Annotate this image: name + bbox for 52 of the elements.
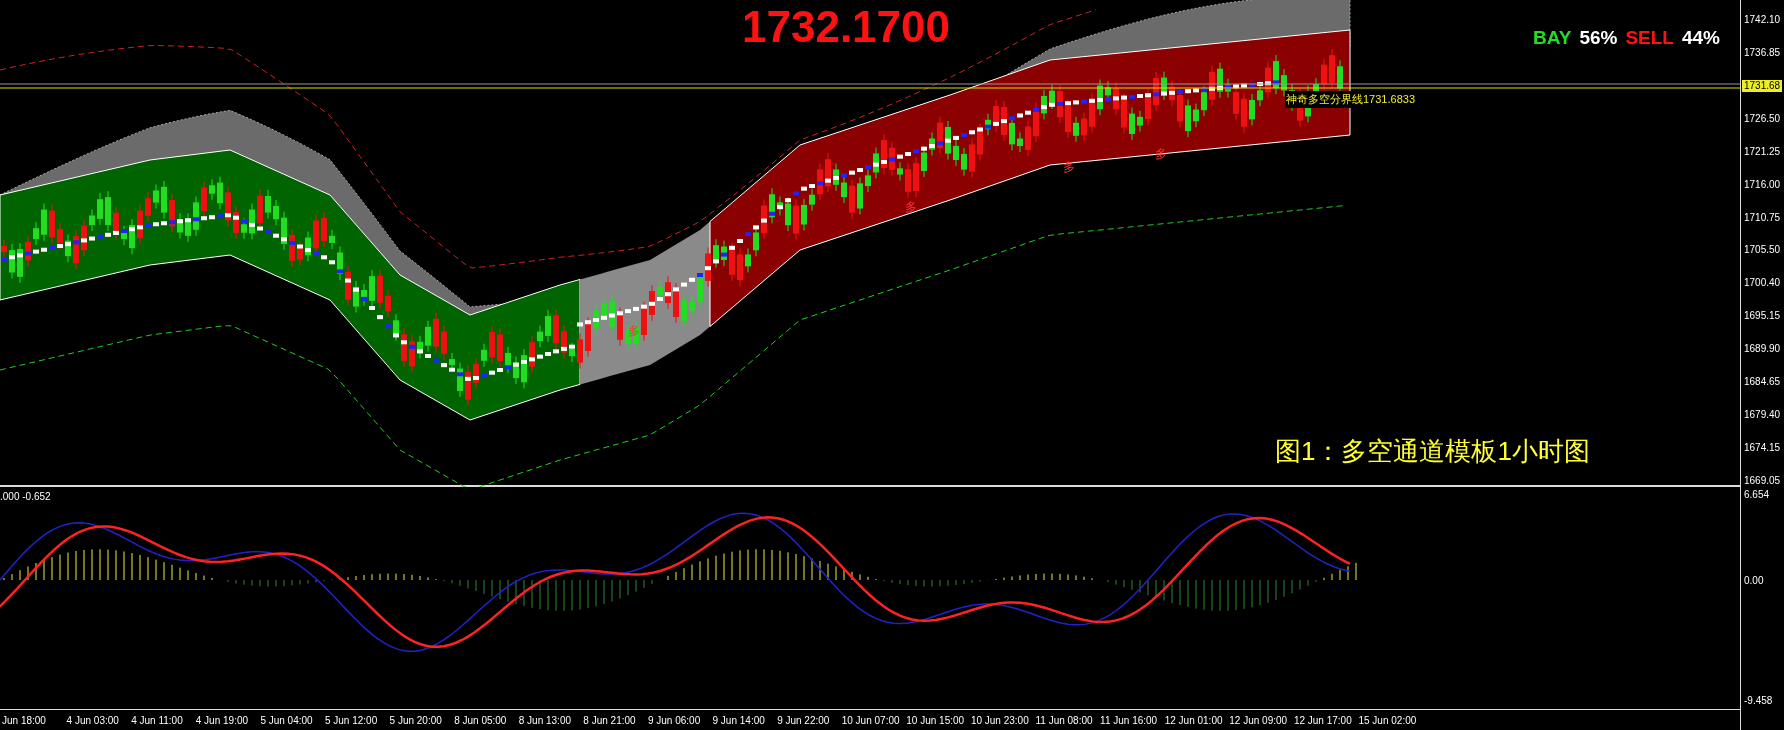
indicator-axis-label: 6.654 xyxy=(1744,489,1771,501)
divider-line-label: 神奇多空分界线1731.6833 xyxy=(1285,91,1416,108)
price-axis-label: 1669.05 xyxy=(1744,474,1782,487)
time-axis-label: 10 Jun 07:00 xyxy=(841,713,901,728)
time-axis-label: 8 Jun 13:00 xyxy=(518,713,572,728)
price-axis-label: 1700.40 xyxy=(1744,277,1782,290)
sentiment-value: 56% xyxy=(1579,26,1618,50)
time-axis-label: 10 Jun 23:00 xyxy=(970,713,1030,728)
time-axis-label: 11 Jun 08:00 xyxy=(1035,713,1094,728)
price-axis-label: 1736.85 xyxy=(1744,46,1782,59)
sentiment-label: SELL xyxy=(1625,26,1674,50)
indicator-values: .000 -0.652 xyxy=(0,490,51,504)
signal-label: 多 xyxy=(1063,159,1075,176)
time-axis-label: 9 Jun 14:00 xyxy=(712,713,766,728)
current-price: 1732.1700 xyxy=(742,1,950,53)
signal-label: 多 xyxy=(905,199,917,216)
price-axis-label: 1721.25 xyxy=(1744,145,1782,158)
price-axis-label: 1710.75 xyxy=(1744,211,1782,224)
time-axis-label: 5 Jun 20:00 xyxy=(389,713,443,728)
time-axis-label: Jun 18:00 xyxy=(2,713,47,728)
signal-label: 多 xyxy=(1155,146,1167,163)
time-axis-label: 12 Jun 01:00 xyxy=(1164,713,1224,728)
time-axis-label: 11 Jun 16:00 xyxy=(1100,713,1159,728)
time-axis-label: 8 Jun 21:00 xyxy=(583,713,637,728)
time-axis-label: 4 Jun 11:00 xyxy=(131,713,184,728)
time-axis-label: 15 Jun 02:00 xyxy=(1358,713,1418,728)
time-axis-label: 5 Jun 12:00 xyxy=(324,713,379,728)
price-axis-label: 1742.10 xyxy=(1744,14,1782,26)
price-axis-label: 1689.90 xyxy=(1744,343,1782,356)
signal-label: 多 xyxy=(628,323,640,340)
price-axis-label: 1716.00 xyxy=(1744,178,1782,191)
time-axis-label: 4 Jun 03:00 xyxy=(66,713,120,728)
price-axis-label: 1695.15 xyxy=(1744,310,1782,323)
price-tag: 1731.68 xyxy=(1742,79,1783,92)
sentiment-label: BAY xyxy=(1533,26,1572,50)
time-axis-label: 12 Jun 09:00 xyxy=(1229,713,1289,728)
time-axis-label: 9 Jun 22:00 xyxy=(777,713,831,728)
time-axis-label: 10 Jun 15:00 xyxy=(906,713,966,728)
time-axis-label: 4 Jun 19:00 xyxy=(195,713,250,728)
price-axis-label: 1684.65 xyxy=(1744,376,1782,389)
price-axis-label: 1705.50 xyxy=(1744,244,1782,257)
price-axis-label: 1726.50 xyxy=(1744,112,1782,125)
price-axis-label: 1674.15 xyxy=(1744,442,1782,454)
indicator-axis-label: -9.458 xyxy=(1744,695,1774,707)
time-axis-label: 12 Jun 17:00 xyxy=(1293,713,1353,728)
price-axis-label: 1679.40 xyxy=(1744,409,1782,422)
time-axis-label: 8 Jun 05:00 xyxy=(454,713,508,728)
chart-caption: 图1：多空通道模板1小时图 xyxy=(1275,435,1590,468)
time-axis-label: 5 Jun 04:00 xyxy=(260,713,314,728)
time-axis-label: 9 Jun 06:00 xyxy=(647,713,702,728)
sentiment-value: 44% xyxy=(1681,26,1720,50)
indicator-axis-label: 0.00 xyxy=(1744,575,1765,587)
